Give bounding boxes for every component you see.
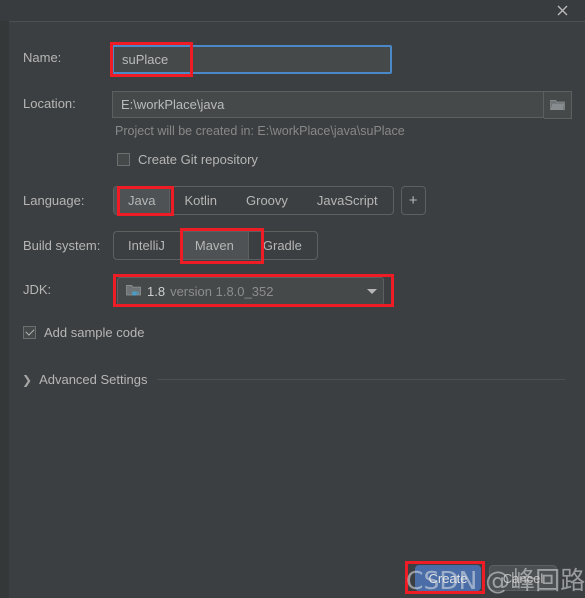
close-icon: [557, 5, 567, 16]
folder-icon: [550, 100, 565, 110]
advanced-settings-toggle[interactable]: ❯ Advanced Settings: [22, 372, 565, 387]
build-system-row: Build system:: [23, 238, 100, 253]
language-row: Language:: [23, 193, 84, 208]
advanced-settings-label: Advanced Settings: [39, 372, 148, 387]
location-row: Location:: [23, 96, 76, 111]
name-input-value: suPlace: [122, 52, 169, 67]
language-segmented-control: Java Kotlin Groovy JavaScript: [113, 186, 394, 215]
location-label: Location:: [23, 96, 76, 111]
jdk-row: JDK:: [23, 282, 51, 297]
create-button[interactable]: Create: [415, 565, 481, 591]
build-system-option-intellij[interactable]: IntelliJ: [114, 232, 180, 259]
language-option-groovy[interactable]: Groovy: [232, 187, 303, 214]
language-option-java[interactable]: Java: [114, 187, 171, 214]
language-selector: Java Kotlin Groovy JavaScript +: [113, 186, 426, 215]
add-language-button[interactable]: +: [400, 186, 426, 215]
jdk-version: 1.8: [147, 283, 166, 299]
new-project-dialog: Name: suPlace Location: E:\workPlace\jav…: [0, 0, 585, 598]
language-option-javascript[interactable]: JavaScript: [303, 187, 393, 214]
advanced-settings-divider: [157, 379, 565, 380]
java-folder-icon: [126, 285, 141, 296]
checkbox-box-git: [117, 153, 130, 166]
checkbox-box-sample-code: [23, 326, 36, 339]
add-sample-code-label: Add sample code: [44, 325, 145, 340]
chevron-right-icon: ❯: [22, 372, 33, 387]
build-system-option-gradle[interactable]: Gradle: [249, 232, 317, 259]
location-browse-button[interactable]: [544, 91, 572, 119]
name-input[interactable]: suPlace: [112, 45, 392, 74]
location-input-value: E:\workPlace\java: [121, 97, 225, 112]
language-label: Language:: [23, 193, 85, 208]
jdk-select[interactable]: 1.8 version 1.8.0_352: [117, 277, 384, 305]
build-system-selector: IntelliJ Maven Gradle: [113, 231, 318, 260]
dialog-title-bar: [0, 0, 585, 21]
jdk-label: JDK:: [23, 282, 52, 297]
dialog-left-rail: [0, 21, 9, 598]
build-system-segmented-control: IntelliJ Maven Gradle: [113, 231, 318, 260]
build-system-label: Build system:: [23, 238, 101, 253]
project-path-hint: Project will be created in: E:\workPlace…: [115, 124, 405, 138]
create-git-repository-label: Create Git repository: [138, 152, 258, 167]
location-input[interactable]: E:\workPlace\java: [112, 91, 544, 118]
name-label: Name:: [23, 50, 62, 65]
cancel-button[interactable]: Cancel: [489, 565, 557, 591]
build-system-option-maven[interactable]: Maven: [179, 232, 249, 259]
add-sample-code-checkbox[interactable]: Add sample code: [23, 325, 144, 340]
name-row: Name:: [23, 50, 61, 65]
create-git-repository-checkbox[interactable]: Create Git repository: [117, 152, 258, 167]
jdk-version-detail: version 1.8.0_352: [170, 283, 274, 299]
chevron-down-icon: [367, 288, 377, 294]
language-option-kotlin[interactable]: Kotlin: [170, 187, 232, 214]
close-button[interactable]: [545, 0, 579, 21]
